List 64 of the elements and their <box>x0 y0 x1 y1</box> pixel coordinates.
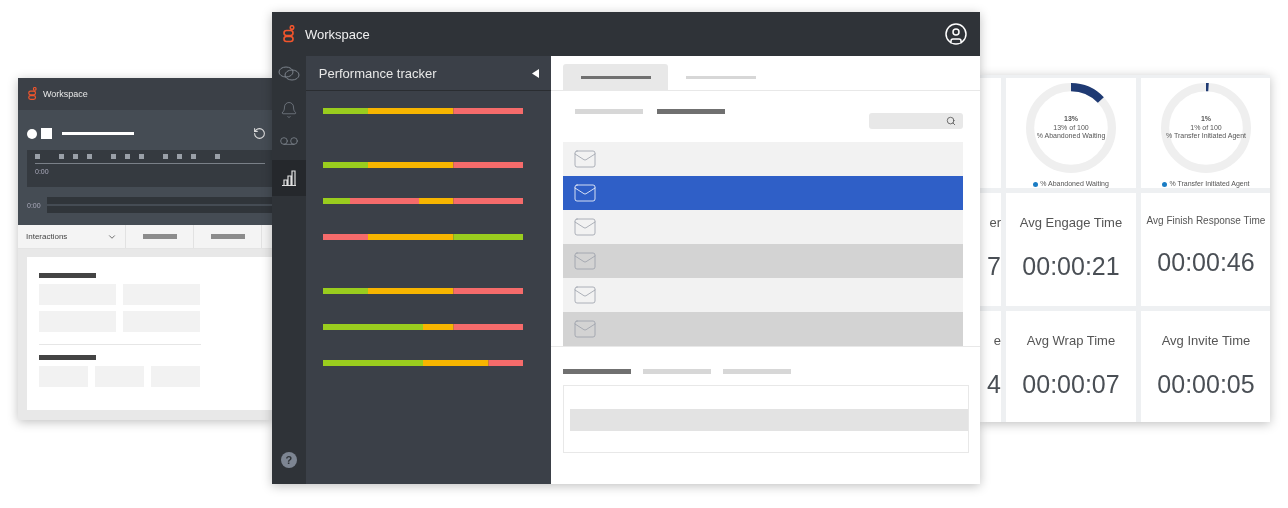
mail-icon <box>573 249 597 273</box>
mail-icon <box>573 317 597 341</box>
search-field[interactable] <box>869 113 963 129</box>
marker-icon <box>73 154 78 159</box>
detail-tab[interactable] <box>563 369 631 374</box>
avatar-icon[interactable] <box>944 22 968 46</box>
list-row[interactable] <box>563 210 963 244</box>
metric-value: 00:00:07 <box>1022 370 1120 399</box>
placeholder-bar <box>62 132 134 135</box>
marker-icon <box>177 154 182 159</box>
placeholder-bar <box>39 273 96 278</box>
metric-label: Avg Finish Response Time <box>1146 215 1266 226</box>
sub-tab[interactable] <box>575 109 643 114</box>
bar-chart-icon <box>280 170 297 186</box>
legend-dot <box>1033 181 1039 187</box>
marker-icon <box>111 154 116 159</box>
marker-icon <box>35 154 40 159</box>
marker-icon <box>163 154 168 159</box>
placeholder-bar <box>210 234 245 239</box>
search-icon <box>946 116 956 126</box>
mail-icon <box>573 283 597 307</box>
replay-icon[interactable] <box>253 127 266 140</box>
tab[interactable] <box>563 64 668 90</box>
metric-value: 4 <box>987 370 1001 399</box>
logo-icon <box>283 25 295 43</box>
legend-dot <box>1162 181 1168 187</box>
mail-icon <box>573 215 597 239</box>
metric-value: 00:00:21 <box>1022 252 1120 281</box>
marker-icon <box>215 154 220 159</box>
bell-icon <box>279 101 298 119</box>
metric-value: 00:00:46 <box>1157 248 1255 277</box>
list-row[interactable] <box>563 278 963 312</box>
list-row[interactable] <box>563 176 963 210</box>
marker-icon <box>139 154 144 159</box>
metric-label: Avg Engage Time <box>1019 215 1123 230</box>
window-title: Workspace <box>43 89 88 99</box>
collapse-icon[interactable] <box>532 68 539 78</box>
chat-bubbles-icon <box>277 66 300 82</box>
help-button[interactable]: ? <box>280 452 297 468</box>
marker-icon <box>191 154 196 159</box>
marker-icon <box>59 154 64 159</box>
mail-icon <box>573 181 597 205</box>
record-icon[interactable] <box>27 128 37 139</box>
mail-icon <box>573 147 597 171</box>
list-row[interactable] <box>563 142 963 176</box>
marker-icon <box>125 154 130 159</box>
metric-label: Avg Invite Time <box>1161 333 1251 348</box>
logo-icon <box>28 87 37 101</box>
metric-value: 7 <box>987 252 1001 281</box>
metric-label: er <box>989 215 1001 230</box>
metric-value: 00:00:05 <box>1157 370 1255 399</box>
detail-tab[interactable] <box>723 369 791 374</box>
metric-label: Avg Wrap Time <box>1026 333 1116 348</box>
placeholder-bar <box>142 234 177 239</box>
metric-label: e <box>993 333 1001 348</box>
sub-tab[interactable] <box>657 109 725 114</box>
marker-icon <box>87 154 92 159</box>
list-row[interactable] <box>563 312 963 346</box>
stop-icon[interactable] <box>41 128 52 139</box>
window-title: Workspace <box>305 26 371 42</box>
detail-tab[interactable] <box>643 369 711 374</box>
placeholder-bar <box>39 355 96 360</box>
panel-title: Performance tracker <box>318 65 437 81</box>
list-row[interactable] <box>563 244 963 278</box>
